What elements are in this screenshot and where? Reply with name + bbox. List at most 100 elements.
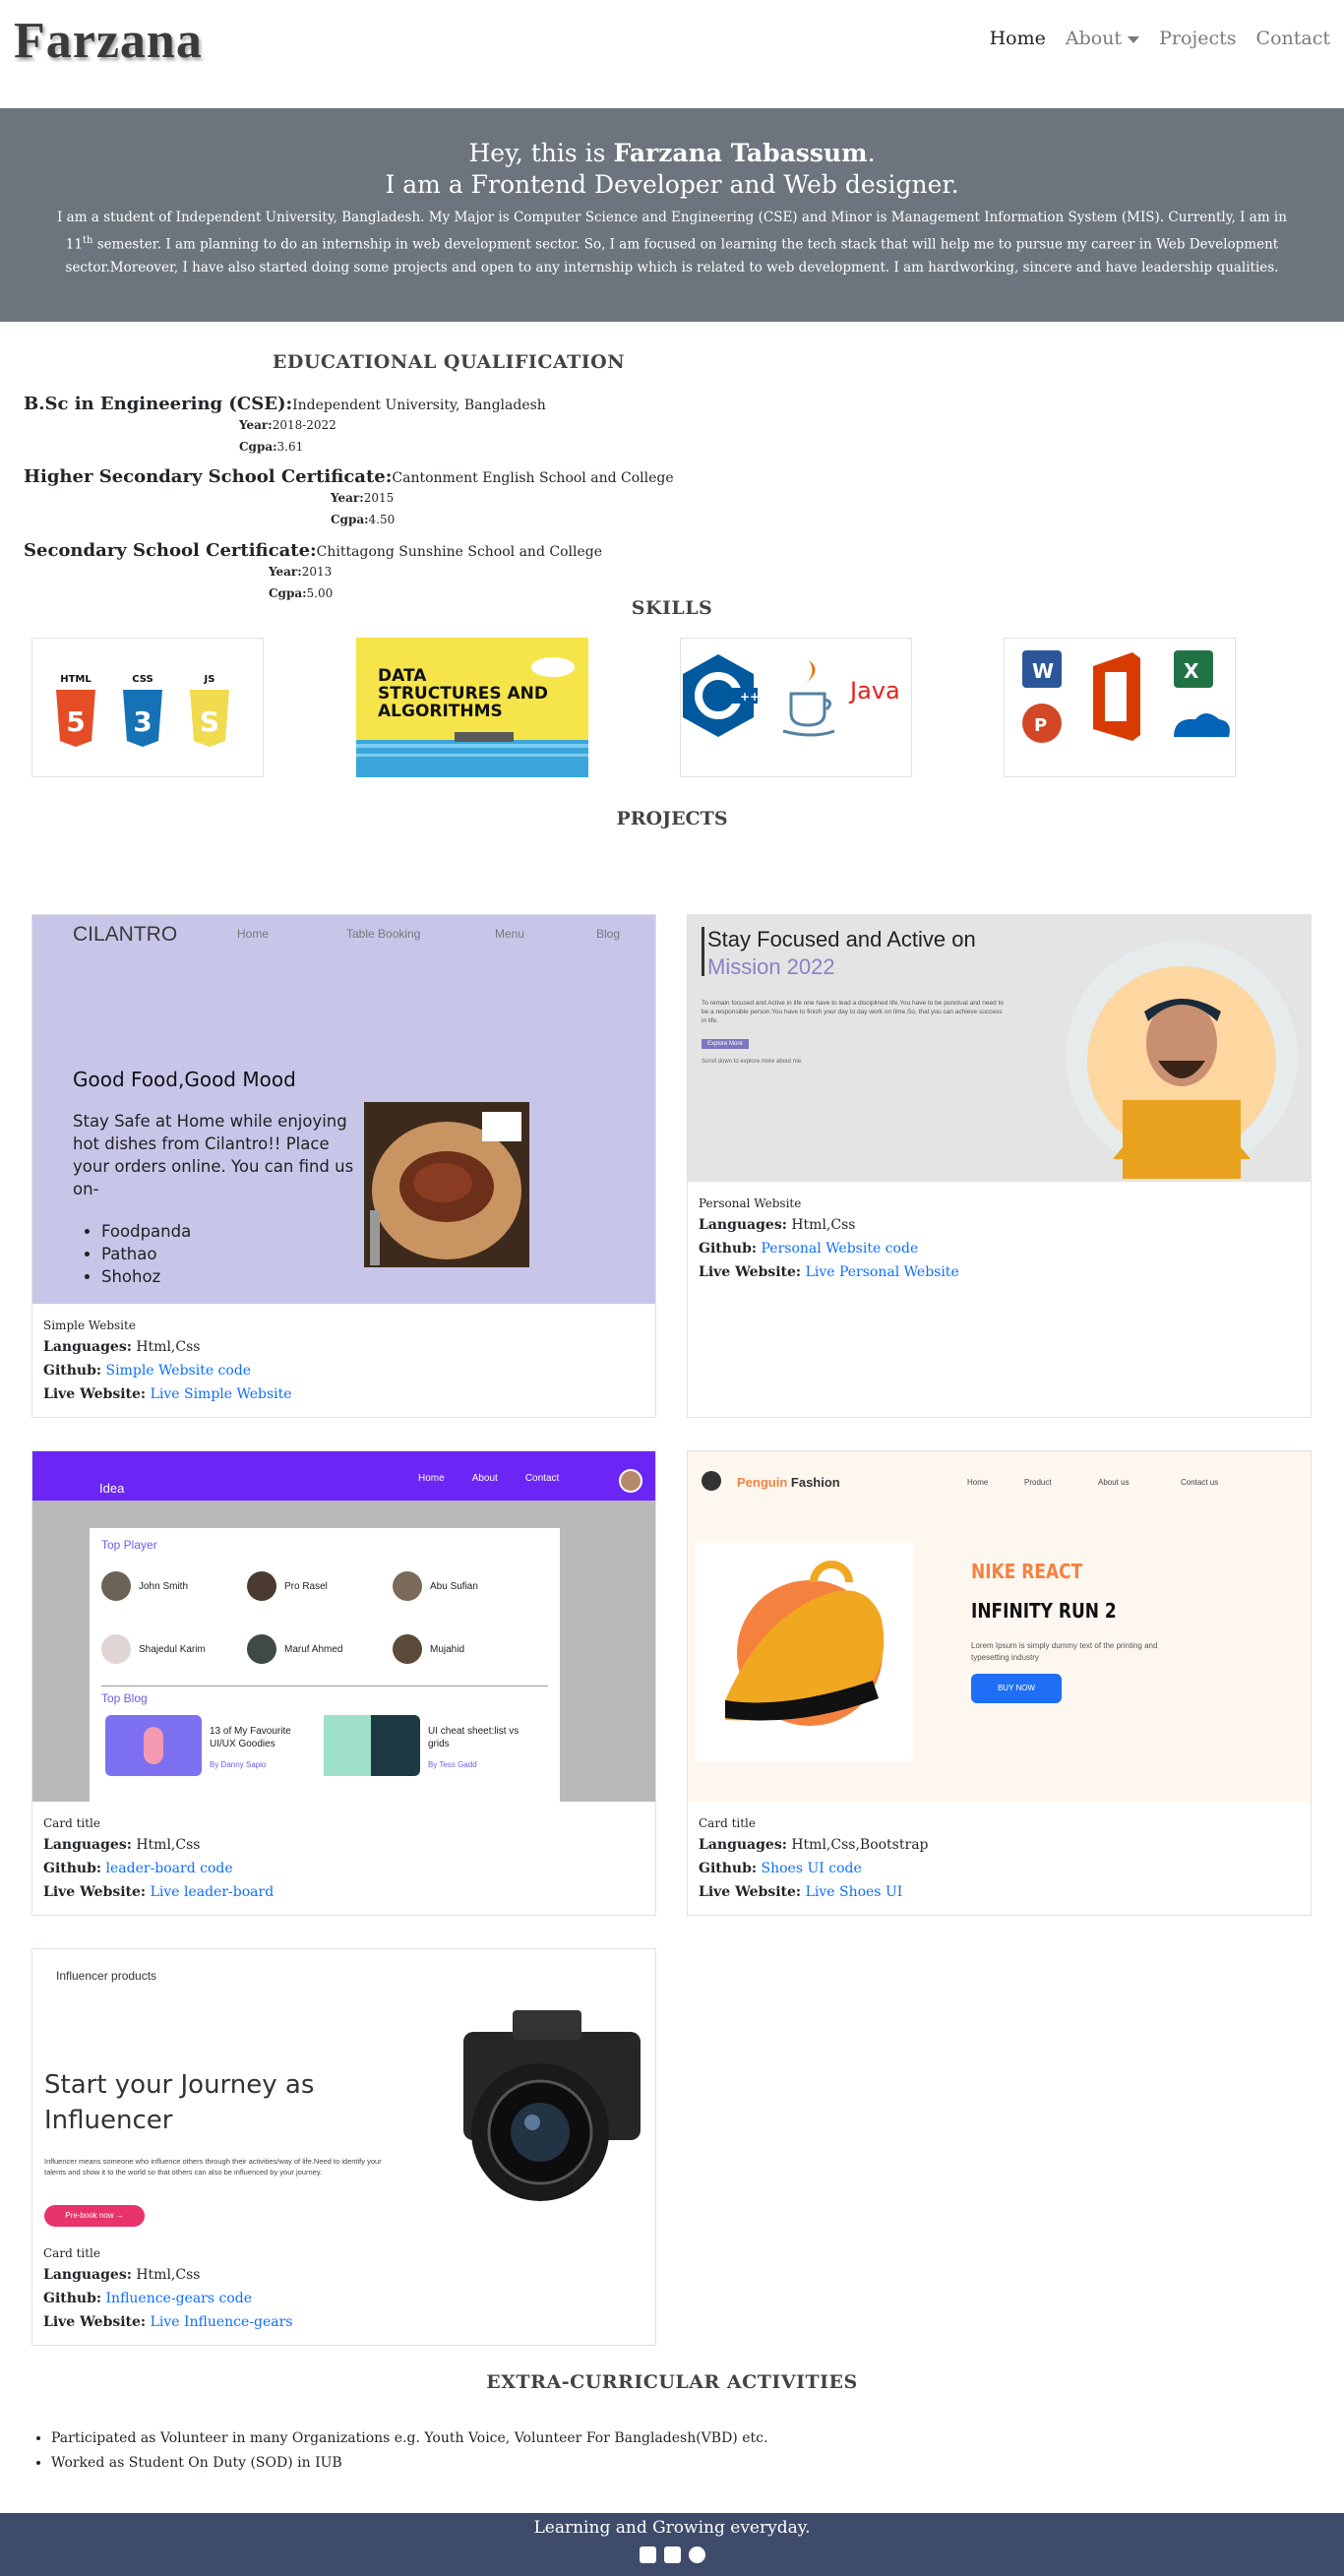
project-screenshot[interactable]: Idea Home About Contact Top Player John … — [32, 1451, 655, 1802]
github-link[interactable]: Simple Website code — [106, 1363, 252, 1379]
blog-post-1: 13 of My Favourite UI/UX Goodies — [210, 1726, 291, 1749]
card-body: Simple Website Languages: Html,Css Githu… — [32, 1304, 655, 1418]
extracurricular-title: EXTRA-CURRICULAR ACTIVITIES — [486, 2371, 858, 2393]
brand-logo[interactable]: Farzana — [14, 12, 203, 70]
shot-list-item: Foodpanda — [101, 1220, 191, 1243]
github-link[interactable]: Shoes UI code — [762, 1861, 862, 1876]
inbox-icon[interactable] — [663, 2546, 681, 2563]
project-card-influence-gears: Influencer products Start your Journey a… — [31, 1948, 656, 2346]
edu-degree: Secondary School Certificate: — [24, 540, 317, 561]
shot-players: John Smith Pro Rasel Abu Sufian Shajedul… — [101, 1571, 538, 1664]
live-link[interactable]: Live Personal Website — [806, 1264, 959, 1280]
css-label: CSS — [132, 674, 153, 685]
cgpa-label: Cgpa: — [239, 440, 277, 454]
live-link[interactable]: Live leader-board — [151, 1884, 275, 1900]
card-languages: Html,Css — [136, 2267, 201, 2283]
github-link[interactable]: leader-board code — [106, 1861, 233, 1876]
profile-photo-icon — [1066, 941, 1298, 1179]
list-item: Participated as Volunteer in many Organi… — [51, 2426, 1344, 2451]
shot-nav-item: Blog — [596, 927, 621, 941]
player: Pro Rasel — [247, 1571, 393, 1601]
edu-year: 2013 — [301, 565, 333, 579]
project-screenshot[interactable]: Stay Focused and Active on Mission 2022 … — [688, 915, 1311, 1182]
card-title: Personal Website — [699, 1196, 802, 1210]
edu-school: Cantonment English School and College — [392, 470, 674, 486]
js-label: JS — [204, 674, 215, 685]
edu-year: 2015 — [363, 491, 395, 505]
shot-nav-item: Home — [418, 1473, 445, 1484]
year-label: Year: — [269, 565, 302, 579]
shot-nav: Home Table Booking Menu Blog — [237, 927, 620, 941]
svg-text:X: X — [1184, 659, 1199, 683]
card-body: Card title Languages: Html,Css,Bootstrap… — [688, 1802, 1311, 1916]
shot-nav-item: Menu — [495, 927, 525, 941]
shot-header — [32, 1451, 655, 1501]
card-body: Personal Website Languages: Html,Css Git… — [688, 1182, 1311, 1296]
skills-title: SKILLS — [631, 597, 713, 619]
skills-section: SKILLS HTML CSS JS 5 3 S DATASTRUCTURES — [0, 587, 1344, 796]
html-css-js-icon: HTML CSS JS 5 3 S — [56, 674, 229, 747]
svg-text:P: P — [1034, 715, 1047, 736]
github-link[interactable]: Personal Website code — [762, 1241, 919, 1257]
live-label: Live Website: — [699, 1884, 802, 1900]
hero-name: Farzana Tabassum — [613, 139, 868, 167]
shot-text: To remain focused and Active in life one… — [702, 1000, 1004, 1024]
project-screenshot[interactable]: Influencer products Start your Journey a… — [32, 1949, 655, 2232]
project-screenshot[interactable]: Penguin Fashion Home Product About us Co… — [688, 1451, 1311, 1802]
github-link[interactable]: Influence-gears code — [106, 2291, 253, 2306]
card-languages: Html,Css,Bootstrap — [791, 1837, 929, 1853]
blog-author-2: By Tess Gadd — [428, 1760, 477, 1769]
shot-brand: CILANTRO — [73, 923, 178, 946]
navbar: Farzana Home About Projects Contact — [0, 0, 1344, 108]
penguin-logo-icon — [702, 1471, 721, 1491]
hero-section: Hey, this is Farzana Tabassum. I am a Fr… — [0, 108, 1344, 322]
nav-menu: Home About Projects Contact — [990, 28, 1330, 49]
shot-text: Lorem Ipsum is simply dummy text of the … — [971, 1641, 1158, 1662]
nav-projects[interactable]: Projects — [1159, 28, 1236, 49]
linkedin-icon[interactable] — [639, 2546, 656, 2563]
hero-bio: I am a student of Independent University… — [0, 201, 1344, 279]
footer-text: Learning and Growing everyday. — [533, 2518, 811, 2538]
shot-list-item: Pathao — [101, 1243, 191, 1265]
skill-card-cpp-java: ++ Java — [680, 638, 912, 777]
player-name: Mujahid — [430, 1643, 465, 1655]
edu-degree: Higher Secondary School Certificate: — [24, 466, 393, 487]
lang-label: Languages: — [43, 1837, 132, 1853]
player-name: John Smith — [139, 1580, 189, 1592]
card-title: Simple Website — [43, 1319, 136, 1332]
project-screenshot[interactable]: CILANTRO Home Table Booking Menu Blog Go… — [32, 915, 655, 1304]
shot-button: BUY NOW — [971, 1674, 1062, 1703]
live-label: Live Website: — [43, 2314, 147, 2330]
blog-thumb-1 — [105, 1715, 202, 1776]
extracurricular-section: EXTRA-CURRICULAR ACTIVITIES Participated… — [0, 2371, 1344, 2476]
live-link[interactable]: Live Influence-gears — [151, 2314, 293, 2330]
nav-about-dropdown[interactable]: About — [1066, 28, 1140, 49]
shot-accent-bar — [702, 927, 704, 976]
bio-sup: th — [82, 235, 93, 246]
blog-thumb-2 — [324, 1715, 420, 1776]
github-icon[interactable] — [688, 2546, 705, 2563]
nav-home[interactable]: Home — [990, 28, 1046, 49]
shot-blog-title: Top Blog — [101, 1691, 148, 1705]
github-label: Github: — [699, 1241, 758, 1257]
live-link[interactable]: Live Simple Website — [151, 1386, 292, 1402]
hero-greeting: Hey, this is Farzana Tabassum. — [0, 138, 1344, 169]
ms-office-icon: W X P — [1022, 650, 1230, 743]
live-link[interactable]: Live Shoes UI — [806, 1884, 903, 1900]
shot-list-item: Shohoz — [101, 1265, 191, 1288]
github-label: Github: — [43, 1861, 102, 1876]
github-label: Github: — [43, 2291, 102, 2306]
edu-school: Independent University, Bangladesh — [292, 398, 546, 413]
nav-contact[interactable]: Contact — [1256, 28, 1330, 49]
shot-brand: Penguin Fashion — [737, 1475, 840, 1490]
shot-nav-item: Home — [967, 1478, 989, 1487]
edu-details: Year:2015 Cgpa:4.50 — [24, 487, 674, 530]
camera-image-icon — [463, 2010, 641, 2201]
github-label: Github: — [699, 1861, 758, 1876]
sneaker-image-icon — [696, 1543, 914, 1761]
svg-text:3: 3 — [133, 705, 152, 738]
chevron-down-icon — [1128, 35, 1140, 43]
shot-subheading: Mission 2022 — [707, 954, 835, 979]
shot-nav-item: Contact — [524, 1473, 560, 1484]
shot-nav: Home Product About us Contact us — [967, 1478, 1218, 1487]
